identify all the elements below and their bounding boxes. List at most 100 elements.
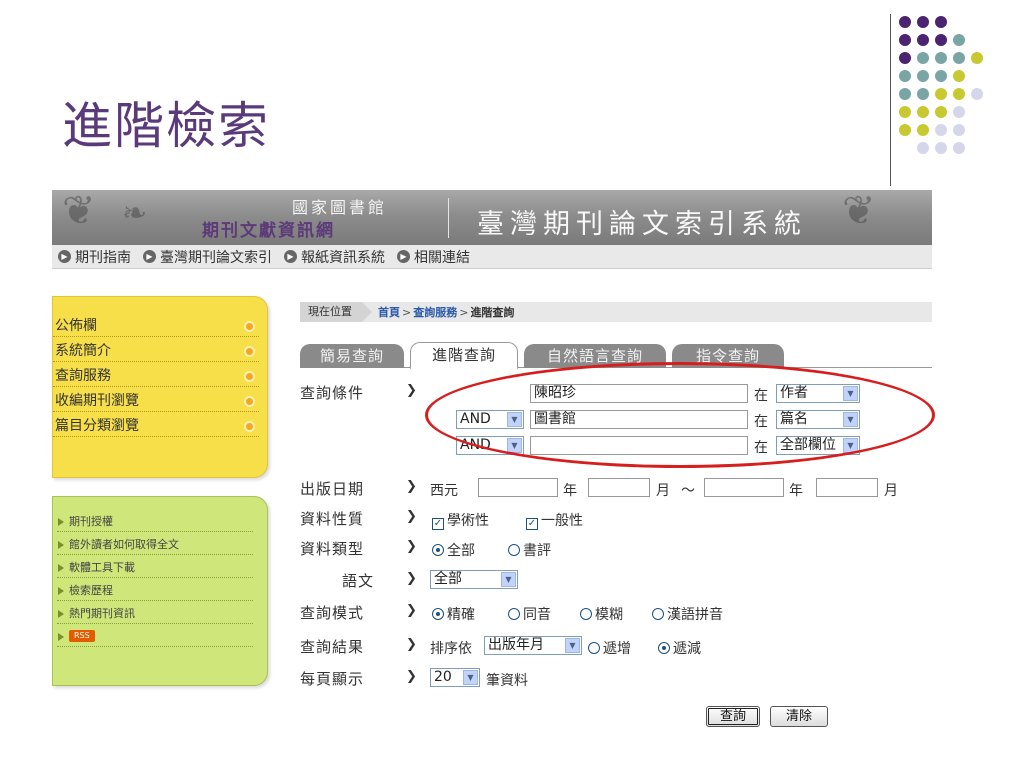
breadcrumb-separator: > (402, 305, 412, 319)
per-page-label: 每頁顯示 (300, 670, 365, 688)
sort-desc-radio[interactable]: 遞減 (658, 638, 701, 658)
sidebar-link-label: 熱門期刊資訊 (69, 607, 135, 620)
nav-item-journal-index[interactable]: ▶ 臺灣期刊論文索引 (143, 247, 272, 267)
mode-homophone-radio[interactable]: 同音 (508, 604, 551, 624)
triangle-bullet-icon (58, 587, 64, 595)
breadcrumb-separator: > (459, 305, 469, 319)
nav-item-journal-guide[interactable]: ▶ 期刊指南 (58, 247, 131, 267)
sidebar-item-about[interactable]: 系統簡介 (53, 340, 259, 362)
triangle-bullet-icon (58, 564, 64, 572)
sidebar-link-label: 檢索歷程 (69, 584, 113, 597)
play-circle-icon: ▶ (58, 250, 71, 263)
checkbox-label: 學術性 (447, 513, 489, 529)
mode-pinyin-radio[interactable]: 漢語拼音 (652, 604, 723, 624)
search-button[interactable]: 查詢 (706, 706, 760, 727)
checkbox-checked-icon[interactable]: ✓ (526, 518, 538, 530)
search-results-label: 查詢結果 (300, 638, 365, 656)
tab-advanced-search[interactable]: 進階查詢 (410, 342, 518, 369)
radio-label: 遞減 (673, 641, 701, 657)
leaf-decoration-icon: ❧ (122, 196, 148, 231)
triangle-bullet-icon (58, 610, 64, 618)
month-unit-label: 月 (884, 483, 898, 499)
radio-empty-icon[interactable] (580, 608, 592, 620)
chevron-right-icon: ❯ (406, 479, 417, 494)
play-circle-icon: ▶ (397, 250, 410, 263)
radio-selected-icon[interactable] (432, 608, 444, 620)
triangle-bullet-icon (58, 633, 64, 641)
chevron-right-icon: ❯ (406, 509, 417, 524)
breadcrumb-label: 現在位置 (300, 302, 372, 322)
system-name: 臺灣期刊論文索引系統 (477, 209, 807, 240)
play-circle-icon: ▶ (143, 250, 156, 263)
language-label: 語文 (342, 572, 375, 590)
sidebar-link-label: 期刊授權 (69, 515, 113, 528)
nav-item-label: 相關連結 (414, 249, 470, 266)
select-value: 全部 (434, 571, 462, 587)
chevron-right-icon: ❯ (406, 539, 417, 554)
sidebar-link-label: 館外讀者如何取得全文 (69, 538, 179, 551)
query-conditions-label: 查詢條件 (300, 384, 365, 402)
sidebar-link-popular-journals[interactable]: 熱門期刊資訊 (57, 603, 253, 624)
end-month-input[interactable] (816, 478, 878, 497)
general-checkbox-row[interactable]: ✓ 一般性 (526, 510, 583, 530)
start-month-input[interactable] (588, 478, 650, 497)
mode-exact-radio[interactable]: 精確 (432, 604, 475, 624)
radio-empty-icon[interactable] (508, 608, 520, 620)
chevron-right-icon: ❯ (406, 603, 417, 618)
type-all-radio[interactable]: 全部 (432, 540, 475, 560)
radio-selected-icon[interactable] (432, 544, 444, 556)
radio-empty-icon[interactable] (652, 608, 664, 620)
tab-simple-search[interactable]: 簡易查詢 (300, 344, 404, 368)
radio-empty-icon[interactable] (508, 544, 520, 556)
chevron-down-icon: ▼ (463, 670, 478, 685)
language-select[interactable]: 全部 ▼ (430, 570, 518, 589)
breadcrumb-service-link[interactable]: 查詢服務 (413, 304, 457, 320)
chevron-down-icon: ▼ (501, 572, 516, 587)
select-value: 出版年月 (488, 637, 544, 653)
sidebar-item-bulletin[interactable]: 公佈欄 (53, 315, 259, 337)
breadcrumb-home-link[interactable]: 首頁 (378, 304, 400, 320)
radio-empty-icon[interactable] (588, 642, 600, 654)
clear-button[interactable]: 清除 (770, 706, 828, 727)
top-nav: ▶ 期刊指南 ▶ 臺灣期刊論文索引 ▶ 報紙資訊系統 ▶ 相關連結 (52, 245, 932, 269)
triangle-bullet-icon (58, 541, 64, 549)
sidebar-link-rss[interactable]: RSS (57, 626, 253, 647)
sort-field-select[interactable]: 出版年月 ▼ (484, 636, 582, 655)
chevron-right-icon: ❯ (406, 383, 417, 398)
radio-label: 遞增 (603, 641, 631, 657)
sort-asc-radio[interactable]: 遞增 (588, 638, 631, 658)
highlight-oval (425, 362, 935, 468)
sidebar-link-authorization[interactable]: 期刊授權 (57, 511, 253, 532)
sidebar-link-software-download[interactable]: 軟體工具下載 (57, 557, 253, 578)
site-banner: ❦ ❧ ❦ 國家圖書館 期刊文獻資訊網 臺灣期刊論文索引系統 (52, 190, 932, 245)
academic-checkbox-row[interactable]: ✓ 學術性 (432, 510, 489, 530)
nav-item-label: 報紙資訊系統 (301, 249, 385, 266)
sidebar-item-search-service[interactable]: 查詢服務 (53, 365, 259, 387)
page-size-select[interactable]: 20 ▼ (430, 668, 480, 687)
month-unit-label: 月 (656, 483, 670, 499)
nav-item-newspaper[interactable]: ▶ 報紙資訊系統 (284, 247, 385, 267)
sidebar-item-label: 收編期刊瀏覽 (55, 393, 139, 409)
end-year-input[interactable] (704, 478, 784, 497)
checkbox-checked-icon[interactable]: ✓ (432, 518, 444, 530)
type-review-radio[interactable]: 書評 (508, 540, 551, 560)
banner-divider (448, 198, 449, 238)
mode-fuzzy-radio[interactable]: 模糊 (580, 604, 623, 624)
nav-item-related-links[interactable]: ▶ 相關連結 (397, 247, 470, 267)
orange-bullet-icon (244, 346, 255, 357)
date-era-label: 西元 (430, 483, 458, 499)
radio-label: 同音 (523, 607, 551, 623)
data-type-label: 資料類型 (300, 540, 365, 558)
radio-selected-icon[interactable] (658, 642, 670, 654)
triangle-bullet-icon (58, 518, 64, 526)
sort-by-label: 排序依 (430, 641, 472, 657)
start-year-input[interactable] (478, 478, 558, 497)
sidebar-link-search-history[interactable]: 檢索歷程 (57, 580, 253, 601)
sidebar-item-browse-categories[interactable]: 篇目分類瀏覽 (53, 415, 259, 437)
orange-bullet-icon (244, 371, 255, 382)
sidebar-link-label: 軟體工具下載 (69, 561, 135, 574)
library-name: 國家圖書館 (292, 198, 388, 217)
chevron-right-icon: ❯ (406, 571, 417, 586)
sidebar-item-browse-journals[interactable]: 收編期刊瀏覽 (53, 390, 259, 412)
sidebar-link-fulltext-access[interactable]: 館外讀者如何取得全文 (57, 534, 253, 555)
